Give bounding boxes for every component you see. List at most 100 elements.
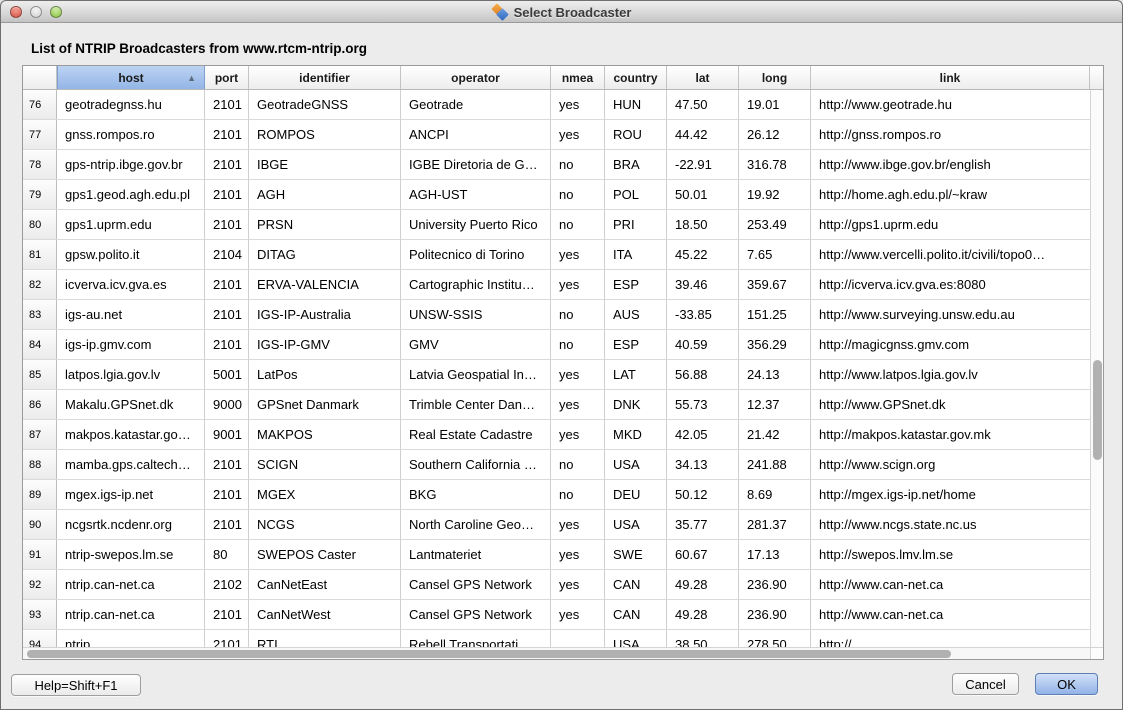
column-header-lat[interactable]: lat — [667, 66, 739, 89]
cell-nmea: yes — [551, 270, 605, 299]
cell-port: 2101 — [205, 600, 249, 629]
cell-lat: 40.59 — [667, 330, 739, 359]
table-row[interactable]: 88mamba.gps.caltech…2101SCIGNSouthern Ca… — [23, 450, 1090, 480]
table-rows-viewport: 76geotradegnss.hu2101GeotradeGNSSGeotrad… — [23, 90, 1090, 647]
table-row[interactable]: 86Makalu.GPSnet.dk9000GPSnet DanmarkTrim… — [23, 390, 1090, 420]
cell-link: http://www.can-net.ca — [811, 570, 1090, 599]
cell-long: 19.92 — [739, 180, 811, 209]
table-row[interactable]: 89mgex.igs-ip.net2101MGEXBKGnoDEU50.128.… — [23, 480, 1090, 510]
cell-link: http://www.vercelli.polito.it/civili/top… — [811, 240, 1090, 269]
cell-rownum: 91 — [23, 540, 57, 569]
cell-operator: Trimble Center Dan… — [401, 390, 551, 419]
cell-nmea: no — [551, 450, 605, 479]
cell-country: DNK — [605, 390, 667, 419]
cell-long: 12.37 — [739, 390, 811, 419]
ok-button[interactable]: OK — [1035, 673, 1098, 695]
cell-identifier: CanNetEast — [249, 570, 401, 599]
horizontal-scrollbar[interactable] — [23, 647, 1090, 659]
cell-lat: 55.73 — [667, 390, 739, 419]
cell-lat: 44.42 — [667, 120, 739, 149]
cell-host: geotradegnss.hu — [57, 90, 205, 119]
cell-identifier: AGH — [249, 180, 401, 209]
cell-identifier: SWEPOS Caster — [249, 540, 401, 569]
cell-port: 9000 — [205, 390, 249, 419]
column-header-operator[interactable]: operator — [401, 66, 551, 89]
cell-lat: 49.28 — [667, 570, 739, 599]
cell-host: ntrip-swepos.lm.se — [57, 540, 205, 569]
table-row[interactable]: 81gpsw.polito.it2104DITAGPolitecnico di … — [23, 240, 1090, 270]
cell-country: SWE — [605, 540, 667, 569]
cell-nmea: yes — [551, 420, 605, 449]
cell-long: 356.29 — [739, 330, 811, 359]
cell-host: icverva.icv.gva.es — [57, 270, 205, 299]
cell-rownum: 81 — [23, 240, 57, 269]
app-diamonds-icon — [492, 4, 508, 20]
table-row[interactable]: 83igs-au.net2101IGS-IP-AustraliaUNSW-SSI… — [23, 300, 1090, 330]
cell-nmea: no — [551, 210, 605, 239]
cell-lat: -22.91 — [667, 150, 739, 179]
cell-link: http://www.GPSnet.dk — [811, 390, 1090, 419]
cell-identifier: NCGS — [249, 510, 401, 539]
cell-link: http://www.can-net.ca — [811, 600, 1090, 629]
cell-link: http://www.surveying.unsw.edu.au — [811, 300, 1090, 329]
cell-link: http://www.geotrade.hu — [811, 90, 1090, 119]
cell-nmea: no — [551, 480, 605, 509]
column-header-host[interactable]: host▲ — [57, 66, 205, 89]
cell-host: gps1.uprm.edu — [57, 210, 205, 239]
horizontal-scrollbar-thumb[interactable] — [27, 650, 951, 658]
table-row[interactable]: 93ntrip.can-net.ca2101CanNetWestCansel G… — [23, 600, 1090, 630]
cell-lat: 38.50 — [667, 630, 739, 647]
column-header-port[interactable]: port — [205, 66, 249, 89]
cell-port: 2101 — [205, 480, 249, 509]
cell-country: USA — [605, 450, 667, 479]
cancel-button[interactable]: Cancel — [952, 673, 1019, 695]
cell-rownum: 82 — [23, 270, 57, 299]
cell-operator: Southern California … — [401, 450, 551, 479]
cell-operator: ANCPI — [401, 120, 551, 149]
cell-country: ESP — [605, 330, 667, 359]
cell-port: 2101 — [205, 90, 249, 119]
table-row[interactable]: 84igs-ip.gmv.com2101IGS-IP-GMVGMVnoESP40… — [23, 330, 1090, 360]
table-row[interactable]: 80gps1.uprm.edu2101PRSNUniversity Puerto… — [23, 210, 1090, 240]
table-row[interactable]: 94ntrip…2101RTI…Rebell Transportati…USA3… — [23, 630, 1090, 647]
column-header-long[interactable]: long — [739, 66, 811, 89]
cell-long: 278.50 — [739, 630, 811, 647]
cell-operator: GMV — [401, 330, 551, 359]
table-row[interactable]: 78gps-ntrip.ibge.gov.br2101IBGEIGBE Dire… — [23, 150, 1090, 180]
cell-nmea: yes — [551, 360, 605, 389]
vertical-scrollbar-thumb[interactable] — [1093, 360, 1102, 460]
title-bar[interactable]: Select Broadcaster — [1, 1, 1122, 23]
cell-rownum: 87 — [23, 420, 57, 449]
column-header-identifier[interactable]: identifier — [249, 66, 401, 89]
table-row[interactable]: 91ntrip-swepos.lm.se80SWEPOS CasterLantm… — [23, 540, 1090, 570]
column-header-link[interactable]: link — [811, 66, 1090, 89]
window-title: Select Broadcaster — [514, 5, 632, 20]
table-row[interactable]: 79gps1.geod.agh.edu.pl2101AGHAGH-USTnoPO… — [23, 180, 1090, 210]
cell-port: 2101 — [205, 450, 249, 479]
column-header-num[interactable] — [23, 66, 57, 89]
table-row[interactable]: 85latpos.lgia.gov.lv5001LatPosLatvia Geo… — [23, 360, 1090, 390]
table-row[interactable]: 76geotradegnss.hu2101GeotradeGNSSGeotrad… — [23, 90, 1090, 120]
table-row[interactable]: 92ntrip.can-net.ca2102CanNetEastCansel G… — [23, 570, 1090, 600]
scrollbar-corner — [1090, 647, 1103, 659]
cell-link: http://www.ibge.gov.br/english — [811, 150, 1090, 179]
cell-identifier: MAKPOS — [249, 420, 401, 449]
cell-lat: 49.28 — [667, 600, 739, 629]
cell-host: gps-ntrip.ibge.gov.br — [57, 150, 205, 179]
cell-nmea: no — [551, 330, 605, 359]
vertical-scrollbar[interactable] — [1090, 90, 1103, 647]
cell-identifier: DITAG — [249, 240, 401, 269]
cell-operator: University Puerto Rico — [401, 210, 551, 239]
cell-link: http://magicgnss.gmv.com — [811, 330, 1090, 359]
cell-link: http://gps1.uprm.edu — [811, 210, 1090, 239]
table-row[interactable]: 82icverva.icv.gva.es2101ERVA-VALENCIACar… — [23, 270, 1090, 300]
table-row[interactable]: 77gnss.rompos.ro2101ROMPOSANCPIyesROU44.… — [23, 120, 1090, 150]
cell-nmea: yes — [551, 240, 605, 269]
help-button[interactable]: Help=Shift+F1 — [11, 674, 141, 696]
table-row[interactable]: 90ncgsrtk.ncdenr.org2101NCGSNorth Caroli… — [23, 510, 1090, 540]
column-header-country[interactable]: country — [605, 66, 667, 89]
cell-country: HUN — [605, 90, 667, 119]
column-header-nmea[interactable]: nmea — [551, 66, 605, 89]
table-row[interactable]: 87makpos.katastar.go…9001MAKPOSReal Esta… — [23, 420, 1090, 450]
cell-country: BRA — [605, 150, 667, 179]
